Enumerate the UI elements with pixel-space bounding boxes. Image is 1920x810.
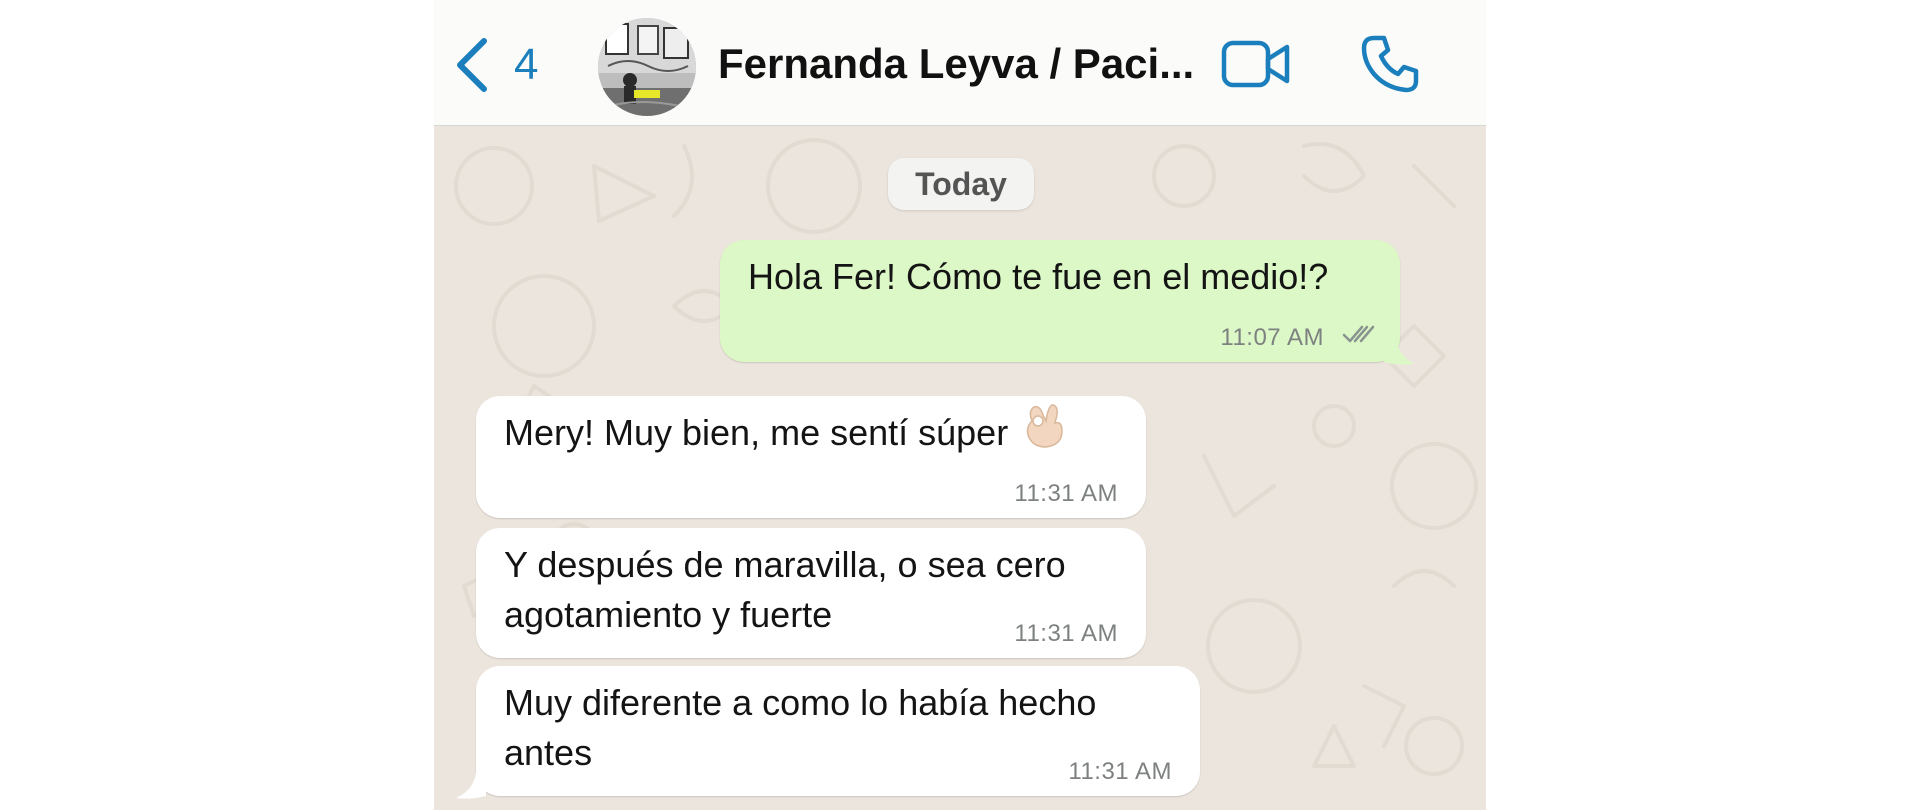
contact-name[interactable]: Fernanda Leyva / Paci... — [718, 40, 1198, 88]
bubble-tail — [1384, 330, 1414, 365]
message-time: 11:31 AM — [1014, 620, 1118, 647]
voice-call-button[interactable] — [1352, 34, 1428, 98]
video-call-button[interactable] — [1218, 34, 1294, 98]
message-text: Mery! Muy bien, me sentí súper — [504, 404, 1066, 462]
message-incoming[interactable]: Mery! Muy bien, me sentí súper 11:31 AM — [476, 396, 1146, 518]
video-camera-icon — [1221, 39, 1291, 94]
unread-count: 4 — [514, 40, 539, 89]
message-line: Muy diferente a como lo había hecho — [504, 682, 1097, 723]
chat-screen: 4 Fernanda Leyva / Paci... Today Hola Fe… — [434, 0, 1486, 810]
message-text-content: Mery! Muy bien, me sentí súper — [504, 412, 1009, 453]
message-line: antes — [504, 732, 593, 773]
message-incoming[interactable]: Y después de maravilla, o sea cero agota… — [476, 528, 1146, 658]
message-incoming[interactable]: Muy diferente a como lo había hecho ante… — [476, 666, 1200, 796]
date-separator: Today — [888, 158, 1034, 210]
message-text: Hola Fer! Cómo te fue en el medio!? — [748, 256, 1329, 297]
message-outgoing[interactable]: Hola Fer! Cómo te fue en el medio!? 11:0… — [720, 240, 1400, 362]
chat-header: 4 Fernanda Leyva / Paci... — [434, 0, 1486, 126]
message-time: 11:31 AM — [1068, 758, 1172, 785]
message-line: Y después de maravilla, o sea cero — [504, 544, 1066, 585]
message-line: agotamiento y fuerte — [504, 594, 833, 635]
bubble-tail — [456, 772, 486, 799]
chevron-left-icon — [454, 37, 488, 93]
back-button[interactable]: 4 — [454, 30, 538, 100]
message-text: Muy diferente a como lo había hecho ante… — [504, 678, 1096, 778]
ok-hand-emoji-icon — [1022, 401, 1066, 462]
message-time: 11:31 AM — [1014, 480, 1118, 507]
avatar[interactable] — [598, 18, 696, 116]
phone-icon — [1360, 34, 1420, 99]
double-check-icon — [1342, 324, 1376, 349]
message-time: 11:07 AM — [1220, 324, 1324, 351]
message-text: Y después de maravilla, o sea cero agota… — [504, 540, 1066, 640]
